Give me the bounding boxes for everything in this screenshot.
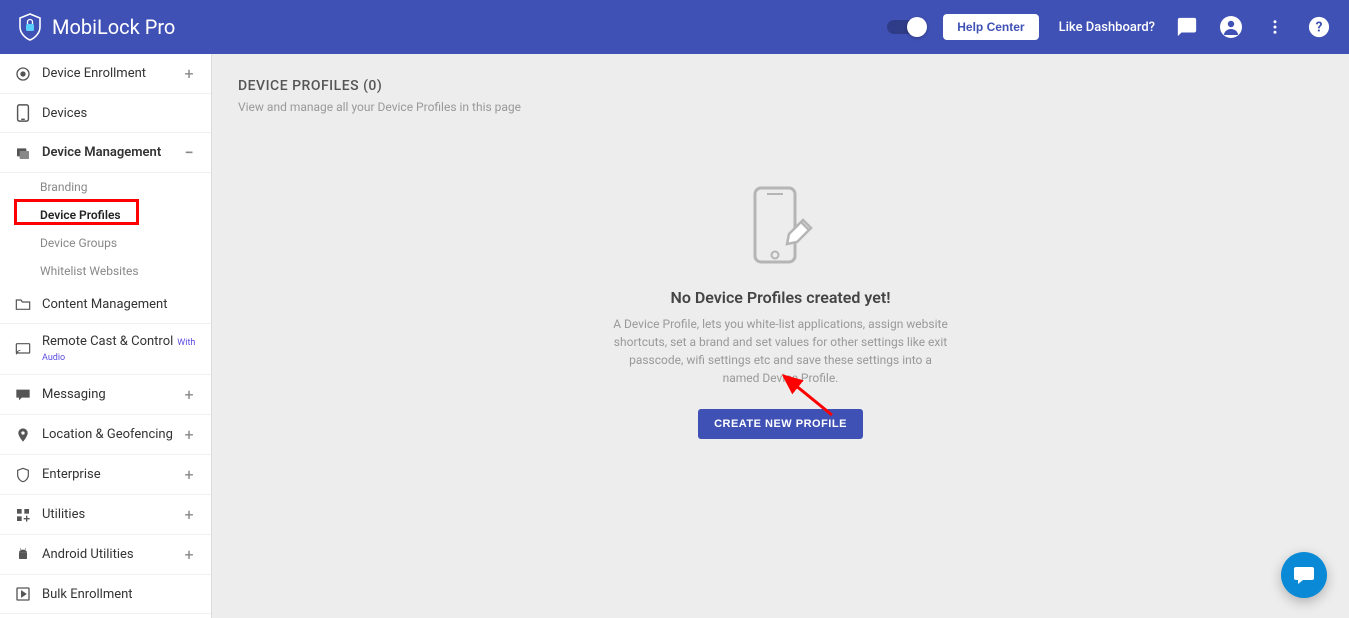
sidebar-subitem-device-groups[interactable]: Device Groups (0, 229, 211, 257)
sidebar-item-device-enrollment[interactable]: Device Enrollment + (0, 54, 211, 94)
phone-icon (14, 104, 32, 122)
sidebar-item-label: Remote Cast & ControlWith Audio (42, 334, 197, 364)
sidebar-subitem-branding[interactable]: Branding (0, 173, 211, 201)
sidebar-item-content-management[interactable]: Content Management (0, 285, 211, 324)
empty-heading: No Device Profiles created yet! (671, 288, 891, 307)
sidebar-item-reports[interactable]: Reports & Alerts + (0, 614, 211, 618)
dark-mode-toggle[interactable] (887, 20, 923, 34)
page-title: DEVICE PROFILES (0) (238, 78, 1323, 94)
svg-text:?: ? (1316, 20, 1323, 36)
collapse-icon: − (181, 143, 197, 162)
sidebar-item-label: Bulk Enrollment (42, 587, 197, 602)
sidebar-item-label: Device Management (42, 145, 181, 160)
bulk-icon (14, 585, 32, 603)
sidebar-item-label: Content Management (42, 297, 197, 312)
sidebar-subitem-device-profiles[interactable]: Device Profiles (0, 201, 211, 229)
sidebar-item-label: Enterprise (42, 467, 181, 482)
expand-icon: + (181, 465, 197, 484)
empty-description: A Device Profile, lets you white-list ap… (611, 315, 951, 387)
messaging-icon (14, 386, 32, 404)
expand-icon: + (181, 545, 197, 564)
brand-text: MobiLock Pro (52, 15, 175, 39)
sidebar-item-utilities[interactable]: Utilities + (0, 495, 211, 535)
management-icon (14, 144, 32, 162)
sidebar-item-label: Messaging (42, 387, 181, 402)
sidebar: Device Enrollment + Devices Device Manag… (0, 54, 212, 618)
expand-icon: + (181, 64, 197, 83)
account-icon[interactable] (1219, 15, 1243, 39)
expand-icon: + (181, 505, 197, 524)
header-actions: Help Center Like Dashboard? ? (887, 14, 1331, 40)
sidebar-item-messaging[interactable]: Messaging + (0, 375, 211, 415)
expand-icon: + (181, 425, 197, 444)
sidebar-item-label: Device Enrollment (42, 66, 181, 81)
brand: MobiLock Pro (18, 13, 175, 41)
sidebar-item-devices[interactable]: Devices (0, 94, 211, 133)
location-icon (14, 426, 32, 444)
sidebar-item-remote-cast[interactable]: Remote Cast & ControlWith Audio (0, 324, 211, 375)
sidebar-item-android-utilities[interactable]: Android Utilities + (0, 535, 211, 575)
empty-state: No Device Profiles created yet! A Device… (238, 184, 1323, 439)
expand-icon: + (181, 385, 197, 404)
sidebar-item-label: Android Utilities (42, 547, 181, 562)
folder-icon (14, 295, 32, 313)
help-center-button[interactable]: Help Center (943, 14, 1038, 40)
empty-phone-edit-icon (741, 184, 821, 276)
more-icon[interactable] (1263, 15, 1287, 39)
page-subtitle: View and manage all your Device Profiles… (238, 100, 1323, 114)
sidebar-item-location[interactable]: Location & Geofencing + (0, 415, 211, 455)
sidebar-subitem-whitelist-websites[interactable]: Whitelist Websites (0, 257, 211, 285)
chat-fab[interactable] (1281, 552, 1327, 598)
sidebar-item-enterprise[interactable]: Enterprise + (0, 455, 211, 495)
sidebar-item-bulk-enrollment[interactable]: Bulk Enrollment (0, 575, 211, 614)
shield-lock-icon (18, 13, 42, 41)
sidebar-item-label: Utilities (42, 507, 181, 522)
create-new-profile-button[interactable]: CREATE NEW PROFILE (698, 409, 863, 439)
enterprise-shield-icon (14, 466, 32, 484)
android-icon (14, 546, 32, 564)
sidebar-item-label: Location & Geofencing (42, 427, 181, 442)
like-dashboard-link[interactable]: Like Dashboard? (1059, 20, 1155, 35)
main-content: DEVICE PROFILES (0) View and manage all … (212, 54, 1349, 618)
sidebar-item-device-management[interactable]: Device Management − (0, 133, 211, 173)
sidebar-item-label: Devices (42, 106, 197, 121)
app-header: MobiLock Pro Help Center Like Dashboard?… (0, 0, 1349, 54)
enrollment-icon (14, 65, 32, 83)
messages-icon[interactable] (1175, 15, 1199, 39)
help-icon[interactable]: ? (1307, 15, 1331, 39)
cast-icon (14, 340, 32, 358)
utilities-icon (14, 506, 32, 524)
